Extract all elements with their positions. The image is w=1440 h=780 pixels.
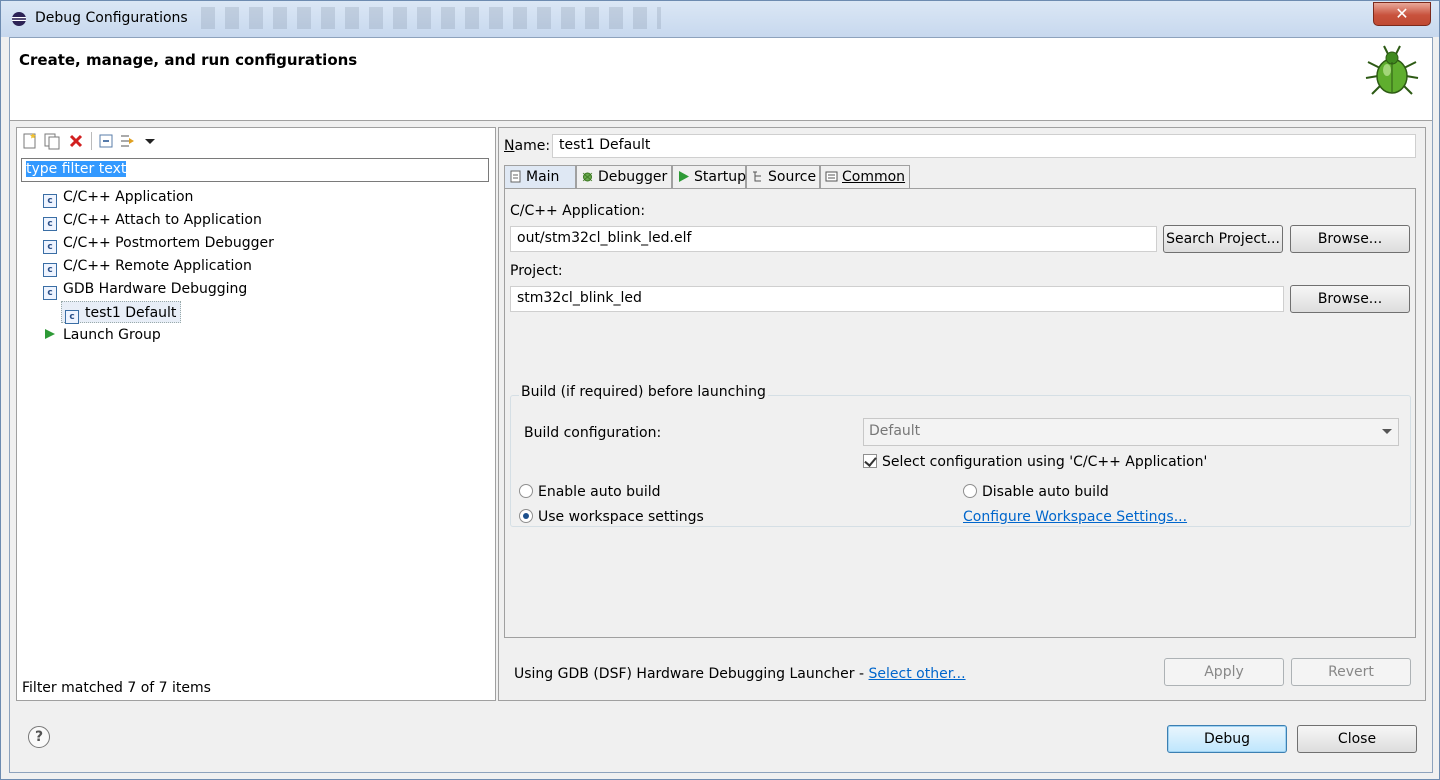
apply-button[interactable]: Apply: [1164, 658, 1284, 686]
build-group: Build (if required) before launching Bui…: [510, 384, 1411, 527]
tree-item-launch-group[interactable]: Launch Group: [43, 324, 161, 346]
build-configuration-label: Build configuration:: [524, 425, 662, 441]
window-title: Debug Configurations: [35, 10, 188, 26]
select-config-checkbox[interactable]: Select configuration using 'C/C++ Applic…: [863, 454, 1207, 470]
name-label: Name:: [504, 138, 551, 154]
new-configuration-icon[interactable]: [21, 132, 39, 150]
c-config-icon: c: [43, 217, 57, 231]
duplicate-icon[interactable]: [43, 132, 61, 150]
tree-toolbar: [17, 128, 495, 154]
use-workspace-settings-radio[interactable]: Use workspace settings: [519, 509, 704, 525]
configure-workspace-settings-link[interactable]: Configure Workspace Settings...: [963, 509, 1187, 525]
background-toolbar: [201, 7, 661, 29]
dialog-client-area: Create, manage, and run configurations t…: [9, 37, 1433, 773]
debug-bug-icon: [1365, 45, 1419, 95]
disable-auto-build-radio[interactable]: Disable auto build: [963, 484, 1109, 500]
c-config-icon: c: [43, 240, 57, 254]
debug-configurations-window: Debug Configurations ✕ Create, manage, a…: [0, 0, 1440, 780]
tab-main[interactable]: Main: [504, 165, 576, 189]
radio-unchecked-icon: [519, 484, 533, 498]
launcher-info: Using GDB (DSF) Hardware Debugging Launc…: [514, 666, 966, 682]
c-config-icon: c: [65, 310, 79, 324]
tab-source[interactable]: Source: [746, 165, 820, 189]
close-button[interactable]: Close: [1297, 725, 1417, 753]
debugger-tab-icon: [582, 172, 593, 182]
main-tab-icon: [510, 170, 521, 183]
tree-item-c-postmortem[interactable]: c C/C++ Postmortem Debugger: [43, 232, 274, 254]
common-tab-icon: [825, 171, 838, 182]
tree-item-c-remote[interactable]: c C/C++ Remote Application: [43, 255, 252, 277]
view-menu-icon[interactable]: [141, 132, 159, 150]
filter-input-text: type filter text: [26, 161, 127, 177]
search-project-button[interactable]: Search Project...: [1163, 225, 1283, 253]
tree-item-gdb-hardware[interactable]: c GDB Hardware Debugging: [43, 278, 247, 300]
tab-debugger[interactable]: Debugger: [576, 165, 672, 189]
main-tab-content: C/C++ Application: out/stm32cl_blink_led…: [504, 188, 1416, 638]
debug-button[interactable]: Debug: [1167, 725, 1287, 753]
tree-item-test1-default[interactable]: c test1 Default: [61, 301, 182, 324]
enable-auto-build-radio[interactable]: Enable auto build: [519, 484, 661, 500]
radio-unchecked-icon: [963, 484, 977, 498]
startup-tab-icon: [679, 171, 689, 182]
banner-title: Create, manage, and run configurations: [19, 51, 358, 69]
delete-icon[interactable]: [67, 132, 85, 150]
eclipse-icon: [12, 12, 26, 26]
build-configuration-select[interactable]: Default: [863, 418, 1399, 446]
c-config-icon: c: [43, 286, 57, 300]
name-field[interactable]: test1 Default: [552, 134, 1416, 158]
help-icon[interactable]: ?: [28, 726, 50, 748]
title-bar[interactable]: Debug Configurations ✕: [1, 1, 1439, 37]
build-group-title: Build (if required) before launching: [519, 384, 768, 400]
chevron-down-icon: [1382, 429, 1392, 434]
launch-group-icon: [45, 329, 55, 339]
select-other-link[interactable]: Select other...: [869, 666, 966, 682]
browse-project-button[interactable]: Browse...: [1290, 285, 1410, 313]
c-application-label: C/C++ Application:: [510, 203, 646, 219]
c-config-icon: c: [43, 263, 57, 277]
filter-icon[interactable]: [119, 132, 137, 150]
radio-checked-icon: [519, 509, 533, 523]
toolbar-separator: [91, 132, 92, 150]
window-close-button[interactable]: ✕: [1373, 2, 1431, 26]
tab-common[interactable]: Common: [820, 165, 910, 189]
project-label: Project:: [510, 263, 563, 279]
filter-input[interactable]: type filter text: [21, 158, 489, 182]
dialog-banner: Create, manage, and run configurations: [10, 38, 1432, 121]
c-config-icon: c: [43, 194, 57, 208]
tab-strip: Main Debugger Startup Source Common: [504, 165, 1416, 189]
project-field[interactable]: stm32cl_blink_led: [510, 286, 1284, 312]
browse-application-button[interactable]: Browse...: [1290, 225, 1410, 253]
tree-item-c-application[interactable]: c C/C++ Application: [43, 186, 193, 208]
tree-item-c-attach[interactable]: c C/C++ Attach to Application: [43, 209, 262, 231]
filter-status-text: Filter matched 7 of 7 items: [22, 680, 211, 696]
c-application-field[interactable]: out/stm32cl_blink_led.elf: [510, 226, 1157, 252]
configuration-editor-pane: Name: test1 Default Main Debugger Startu…: [498, 127, 1426, 701]
configuration-tree-pane: type filter text c C/C++ Application c C/C…: [16, 127, 496, 701]
tab-startup[interactable]: Startup: [672, 165, 746, 189]
checkbox-checked-icon: [863, 454, 877, 468]
source-tab-icon: [753, 171, 761, 182]
collapse-all-icon[interactable]: [97, 132, 115, 150]
revert-button[interactable]: Revert: [1291, 658, 1411, 686]
